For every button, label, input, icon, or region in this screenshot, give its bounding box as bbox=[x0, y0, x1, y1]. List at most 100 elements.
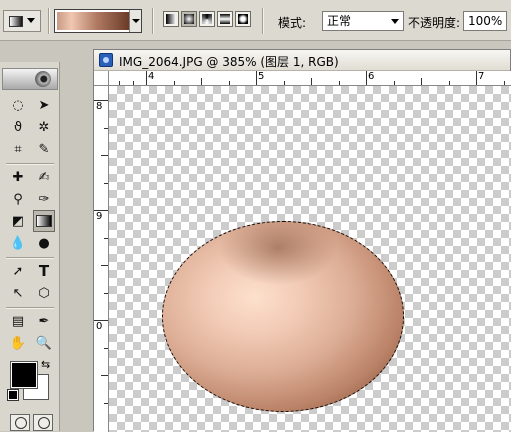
vertical-ruler[interactable]: 8 9 0 bbox=[94, 86, 109, 432]
document-titlebar[interactable]: IMG_2064.JPG @ 385% (图层 1, RGB) bbox=[94, 50, 510, 71]
angle-gradient-icon bbox=[202, 14, 212, 24]
adobe-eye-icon bbox=[35, 71, 51, 87]
ruler-tick bbox=[174, 81, 175, 85]
photoshop-doc-icon bbox=[99, 53, 113, 67]
radial-gradient-button[interactable] bbox=[181, 11, 197, 27]
ruler-tick bbox=[101, 375, 108, 376]
lasso-icon: ϑ bbox=[13, 119, 23, 135]
divider bbox=[6, 257, 54, 259]
move-icon: ➤ bbox=[38, 97, 50, 113]
toolbox-header[interactable] bbox=[2, 68, 58, 90]
ruler-tick bbox=[311, 78, 312, 85]
shape-icon: ⬡ bbox=[38, 285, 50, 301]
brush-tool[interactable]: ✍ bbox=[33, 166, 55, 188]
ruler-tick bbox=[104, 183, 108, 184]
healing-brush-icon: ✚ bbox=[12, 169, 24, 185]
type-tool[interactable]: T bbox=[33, 260, 55, 282]
clone-stamp-tool[interactable]: ⚲ bbox=[7, 188, 29, 210]
ruler-tick bbox=[133, 81, 134, 85]
ruler-tick bbox=[104, 293, 108, 294]
hand-icon: ✋ bbox=[9, 335, 27, 351]
slice-tool[interactable]: ✎ bbox=[33, 138, 55, 160]
healing-brush-tool[interactable]: ✚ bbox=[7, 166, 29, 188]
opacity-input[interactable]: 100% bbox=[463, 11, 507, 31]
magic-wand-tool[interactable]: ✲ bbox=[33, 116, 55, 138]
notes-icon: ▤ bbox=[11, 313, 25, 329]
linear-gradient-button[interactable] bbox=[163, 11, 179, 27]
swap-colors-icon[interactable]: ⇆ bbox=[41, 358, 50, 371]
quick-mask-button[interactable] bbox=[33, 414, 53, 431]
ruler-tick bbox=[104, 128, 108, 129]
path-selection-icon: ➚ bbox=[12, 263, 24, 279]
eraser-icon: ◩ bbox=[11, 213, 25, 229]
blend-mode-select[interactable]: 正常 bbox=[322, 11, 404, 31]
divider bbox=[262, 8, 264, 34]
radial-gradient-icon bbox=[184, 14, 194, 24]
history-brush-tool[interactable]: ✑ bbox=[33, 188, 55, 210]
eyedropper-icon: ✒ bbox=[38, 313, 50, 329]
gradient-picker[interactable] bbox=[54, 9, 142, 33]
move-tool[interactable]: ➤ bbox=[33, 94, 55, 116]
type-icon: T bbox=[38, 261, 50, 280]
gradient-icon bbox=[36, 215, 52, 227]
eyedropper-tool[interactable]: ✒ bbox=[33, 310, 55, 332]
notes-tool[interactable]: ▤ bbox=[7, 310, 29, 332]
gradient-tool[interactable] bbox=[33, 210, 55, 232]
reflected-gradient-icon bbox=[220, 14, 230, 24]
chevron-down-icon bbox=[27, 18, 35, 23]
horizontal-ruler[interactable]: 4 5 6 7 bbox=[109, 71, 511, 86]
divider bbox=[6, 163, 54, 165]
ruler-tick bbox=[104, 238, 108, 239]
image-canvas[interactable] bbox=[109, 86, 511, 432]
linear-gradient-icon bbox=[166, 14, 176, 24]
reflected-gradient-button[interactable] bbox=[217, 11, 233, 27]
lasso-tool[interactable]: ϑ bbox=[7, 116, 29, 138]
standard-mode-button[interactable] bbox=[10, 414, 30, 431]
ruler-label: 9 bbox=[96, 211, 103, 222]
divider bbox=[48, 8, 50, 34]
shape-tool[interactable]: ⬡ bbox=[33, 282, 55, 304]
slice-icon: ✎ bbox=[38, 141, 50, 157]
zoom-tool[interactable]: 🔍 bbox=[33, 332, 55, 354]
gradient-preview bbox=[57, 12, 129, 30]
foreground-color-swatch-front[interactable] bbox=[10, 361, 38, 389]
ruler-tick bbox=[229, 81, 230, 85]
ruler-tick bbox=[394, 81, 395, 85]
document-window: IMG_2064.JPG @ 385% (图层 1, RGB) 4 5 6 7 … bbox=[93, 49, 511, 432]
dodge-tool[interactable]: ● bbox=[33, 232, 55, 254]
ruler-label: 5 bbox=[258, 71, 265, 82]
hand-tool[interactable]: ✋ bbox=[7, 332, 29, 354]
clone-stamp-icon: ⚲ bbox=[13, 191, 23, 207]
chevron-down-icon[interactable] bbox=[129, 10, 141, 32]
ruler-tick bbox=[284, 81, 285, 85]
ruler-tick bbox=[339, 81, 340, 85]
tool-preset-picker[interactable] bbox=[3, 10, 41, 32]
ruler-tick bbox=[366, 71, 367, 85]
crop-tool[interactable]: ⌗ bbox=[7, 138, 29, 160]
ruler-tick bbox=[104, 403, 108, 404]
ruler-tick bbox=[256, 71, 257, 85]
ruler-label: 4 bbox=[148, 71, 155, 82]
divider bbox=[6, 307, 54, 309]
zoom-icon: 🔍 bbox=[35, 335, 53, 351]
divider bbox=[152, 8, 154, 34]
diamond-gradient-icon bbox=[238, 14, 248, 24]
ruler-tick bbox=[146, 71, 147, 85]
ruler-tick bbox=[119, 81, 120, 85]
dodge-icon: ● bbox=[38, 235, 50, 251]
opacity-value: 100% bbox=[468, 14, 503, 28]
marquee-tool[interactable]: ◌ bbox=[7, 94, 29, 116]
blend-mode-value: 正常 bbox=[327, 14, 352, 28]
ruler-tick bbox=[421, 78, 422, 85]
ruler-tick bbox=[104, 348, 108, 349]
ruler-tick bbox=[476, 71, 477, 85]
pen-tool[interactable]: ↖ bbox=[7, 282, 29, 304]
eraser-tool[interactable]: ◩ bbox=[7, 210, 29, 232]
diamond-gradient-button[interactable] bbox=[235, 11, 251, 27]
default-colors-icon[interactable] bbox=[7, 389, 19, 401]
path-selection-tool[interactable]: ➚ bbox=[7, 260, 29, 282]
ruler-origin[interactable] bbox=[94, 71, 109, 86]
angle-gradient-button[interactable] bbox=[199, 11, 215, 27]
ruler-label: 8 bbox=[96, 101, 103, 112]
blur-tool[interactable]: 💧 bbox=[7, 232, 29, 254]
